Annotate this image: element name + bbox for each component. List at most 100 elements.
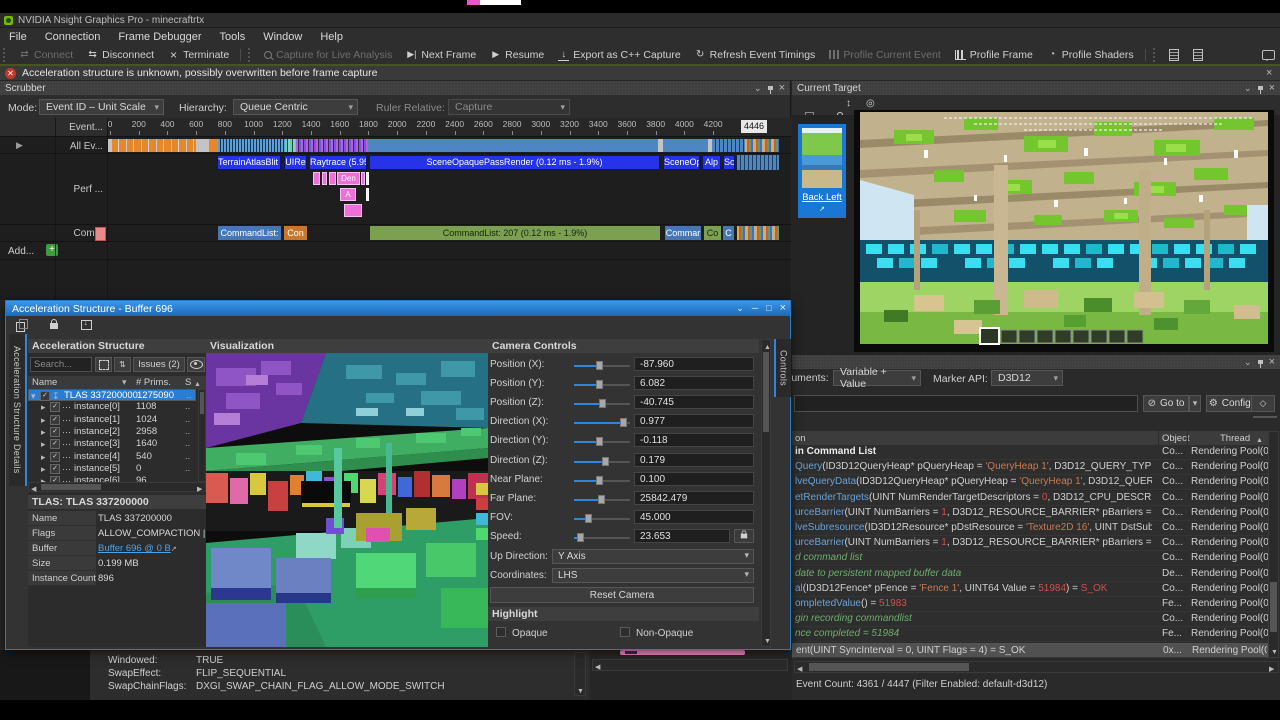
panel-menu-icon[interactable] [1244,84,1252,93]
commandlist-row[interactable]: Com... CommandList: ConCommandList: 207 … [0,224,791,241]
timeline-segment[interactable] [218,139,285,152]
menu-frame-debugger[interactable]: Frame Debugger [109,29,210,45]
item-button[interactable] [1186,45,1210,64]
close-icon[interactable] [779,83,785,94]
perf-submarker[interactable] [366,172,369,185]
export-icon[interactable] [81,320,92,330]
swapchain-scrollbar[interactable] [574,652,586,696]
close-icon[interactable] [780,303,786,314]
event-row[interactable]: urceBarrier(UINT NumBarriers = 1, D3D12_… [792,506,1268,521]
prims-column-header[interactable]: # Prims. [136,377,171,388]
speed-lock-button[interactable] [734,529,754,543]
slider-thumb[interactable] [598,495,605,504]
camera-slider[interactable] [574,422,630,424]
profile-shaders-button[interactable]: Profile Shaders [1040,45,1141,64]
hierarchy-select[interactable]: Queue Centric [233,99,358,115]
copy-icon[interactable] [16,322,25,332]
camera-slider[interactable] [574,537,630,539]
feedback-icon[interactable] [1262,50,1275,60]
reset-camera-button[interactable]: Reset Camera [490,587,754,603]
perf-marker-alp[interactable]: Alp [702,155,721,170]
navigation-icon[interactable] [866,98,875,109]
minimize-icon[interactable]: ─ [752,304,758,313]
event-ruler[interactable]: 0200400600800100012001400160018002000220… [107,118,791,136]
close-icon[interactable] [1269,357,1275,368]
event-row[interactable]: etRenderTargets(UINT NumRenderTargetDesc… [792,491,1268,506]
menu-window[interactable]: Window [254,29,311,45]
tree-row-instance-1[interactable]: ✓instance[1]1024.. [28,414,196,426]
tree-row-instance-2[interactable]: ✓instance[2]2958.. [28,426,196,438]
opaque-checkbox[interactable] [496,627,506,637]
commandlist-bar-commandlist[interactable]: CommandList: [218,226,281,240]
goto-button[interactable]: Go to [1143,395,1189,412]
tree-horizontal-scrollbar[interactable] [28,482,206,492]
timeline-segment[interactable] [296,139,368,152]
events-horizontal-scrollbar[interactable] [794,661,1279,673]
menu-file[interactable]: File [0,29,36,45]
thread-column-header[interactable]: Thread [1220,433,1250,444]
close-icon[interactable] [1269,83,1275,94]
event-row[interactable]: date to persistent mapped buffer dataDe.… [792,567,1268,582]
pin-icon[interactable] [1258,86,1263,90]
perf-submarker[interactable] [313,172,320,185]
tree-table-header[interactable]: Name # Prims. S [28,376,206,389]
tree-row-instance-5[interactable]: ✓instance[5]0.. [28,463,196,475]
perf-submarker[interactable] [361,172,365,185]
events-column-header[interactable]: on Object Thread [792,431,1268,445]
perf-marker-item[interactable] [737,155,779,170]
camera-slider[interactable] [574,365,630,367]
timeline-segment[interactable] [663,139,708,152]
menu-connection[interactable]: Connection [36,29,110,45]
event-row[interactable]: ent(UINT SyncInterval = 0, UINT Flags = … [792,643,1268,658]
tab-acceleration-structure-details[interactable]: Acceleration Structure Details [9,334,27,486]
connect-button[interactable]: Connect [12,45,80,64]
row-checkbox[interactable]: ✓ [50,415,60,425]
row-checkbox[interactable]: ✓ [50,439,60,449]
event-row[interactable]: d command listCo...Rendering Pool(0) [792,551,1268,566]
zoom-fit-button[interactable] [95,357,112,372]
perf-submarker-den[interactable]: Den [337,172,360,185]
goto-dropdown-button[interactable] [1189,395,1201,412]
slider-thumb[interactable] [596,380,603,389]
ruler-relative-select[interactable]: Capture [448,99,570,115]
perf-submarker[interactable] [366,188,369,201]
commandlist-bar-commandlist-207-0-12-ms-1-9[interactable]: CommandList: 207 (0.12 ms - 1.9%) [370,226,660,240]
scroll-left-icon[interactable] [595,662,600,671]
tree-row-instance-4[interactable]: ✓instance[4]540.. [28,451,196,463]
event-row[interactable]: lveQueryData(ID3D12QueryHeap* pQueryHeap… [792,475,1268,490]
slider-thumb[interactable] [620,418,627,427]
add-row-button[interactable] [46,244,58,256]
perf-submarker-a[interactable]: A [340,188,356,201]
slider-thumb[interactable] [585,514,592,523]
render-target-thumbnail[interactable]: Back Left [798,124,846,218]
profile-frame-button[interactable]: Profile Frame [948,45,1040,64]
profile-current-event-button[interactable]: Profile Current Event [822,45,947,64]
event-row[interactable]: urceBarrier(UINT NumBarriers = 1, D3D12_… [792,536,1268,551]
commandlist-bar[interactable] [737,226,779,240]
accel-window-titlebar[interactable]: Acceleration Structure - Buffer 696 ─ □ [6,301,790,316]
scroll-up-icon[interactable] [764,342,771,351]
tree-vertical-scrollbar[interactable] [198,389,206,482]
size-column-header[interactable]: S [185,377,191,388]
marker-api-select[interactable]: D3D12 [991,370,1063,386]
mini-horizontal-scrollbar[interactable] [592,659,788,671]
slider-thumb[interactable] [602,457,609,466]
timeline-segment[interactable] [745,139,779,152]
function-column-header[interactable]: on [795,433,806,444]
slider-thumb[interactable] [596,476,603,485]
tree-row-instance-3[interactable]: ✓instance[3]1640.. [28,438,196,450]
slider-thumb[interactable] [599,399,606,408]
perf-marker-terrainatlasblit[interactable]: TerrainAtlasBlit ( [217,155,281,170]
buffer-link[interactable]: Buffer 696 @ 0 B [98,543,177,554]
tree-row-instance-6[interactable]: ✓instance[6]96.. [28,475,196,482]
perf-submarker[interactable] [322,172,327,185]
target-viewport[interactable] [854,110,1274,352]
capture-for-live-analysis-button[interactable]: Capture for Live Analysis [257,45,399,64]
resume-button[interactable]: Resume [483,45,551,64]
up-direction-select[interactable]: Y Axis [552,549,754,564]
scroll-right-icon[interactable] [1269,664,1274,673]
tree-row-instance-0[interactable]: ✓instance[0]1108.. [28,401,196,413]
search-input[interactable] [30,357,92,372]
event-row[interactable]: Query(ID3D12QueryHeap* pQueryHeap = 'Que… [792,460,1268,475]
next-frame-button[interactable]: Next Frame [399,45,483,64]
